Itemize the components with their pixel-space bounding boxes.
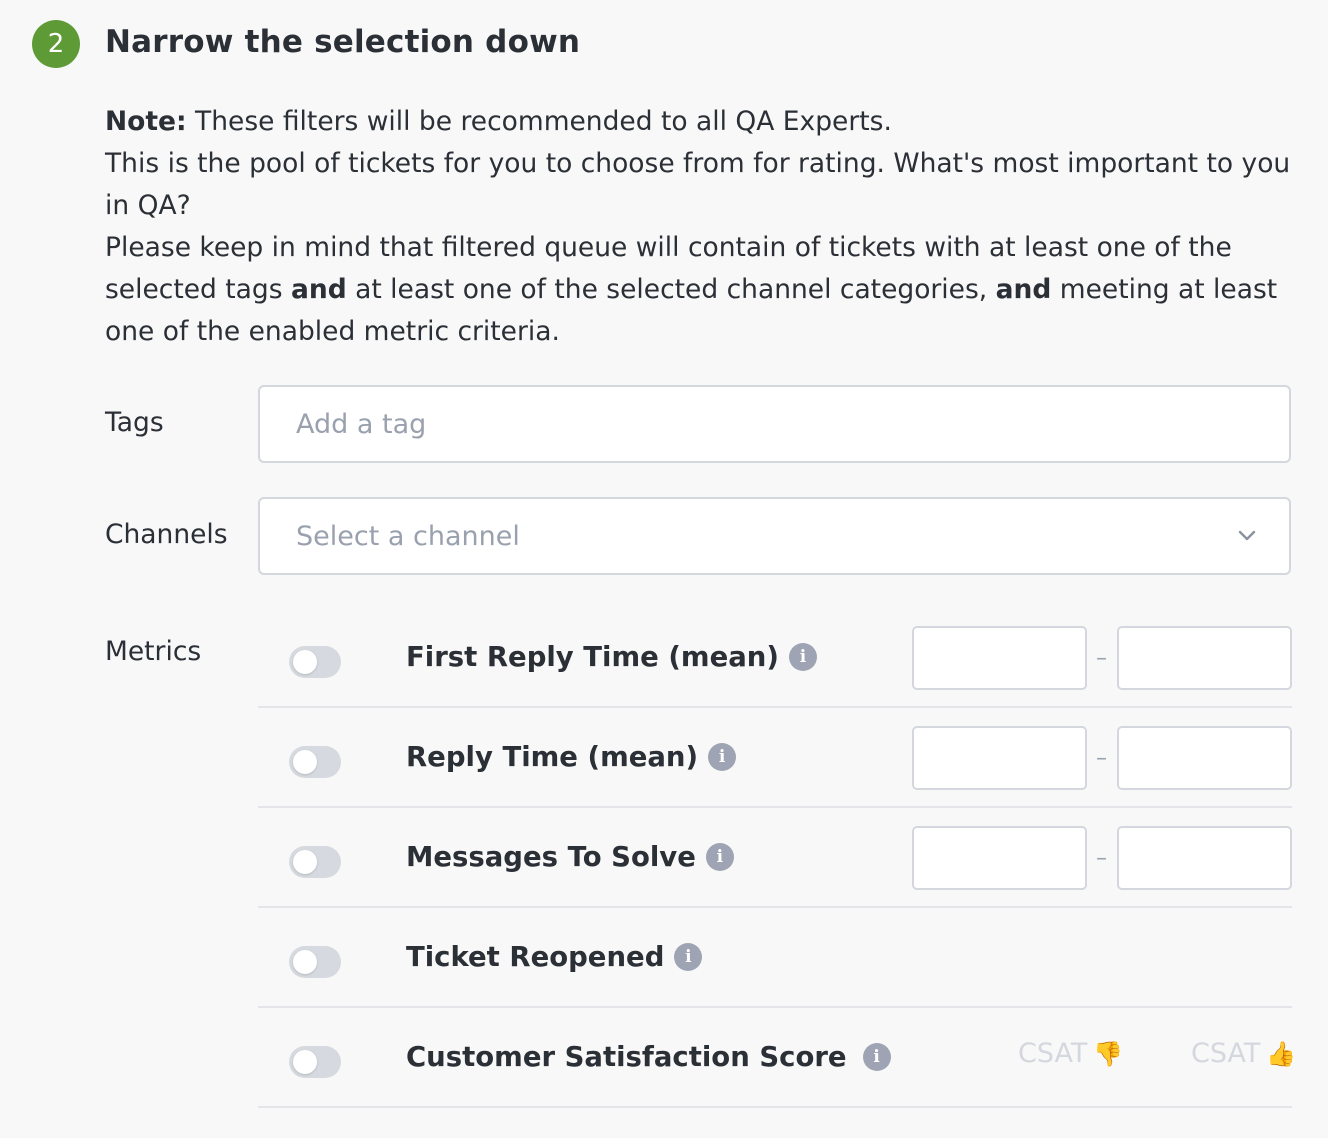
metric-name: Reply Time (mean) i [406, 741, 737, 773]
info-icon[interactable]: i [705, 843, 734, 871]
toggle-knob [293, 850, 317, 874]
metric-label: First Reply Time (mean) [406, 641, 779, 673]
ticket-reopened-toggle[interactable] [289, 946, 341, 978]
metric-label: Customer Satisfaction Score [406, 1041, 847, 1073]
first-reply-time-min-input[interactable] [912, 626, 1087, 690]
tags-placeholder: Add a tag [296, 408, 427, 440]
metric-label: Messages To Solve [406, 841, 696, 873]
messages-to-solve-toggle[interactable] [289, 846, 341, 878]
metric-row-reply-time: Reply Time (mean) i – [258, 708, 1292, 808]
metric-name: First Reply Time (mean) i [406, 641, 817, 673]
reply-time-max-input[interactable] [1117, 726, 1292, 790]
csat-toggle[interactable] [289, 1046, 341, 1078]
info-icon[interactable]: i [862, 1043, 891, 1071]
chevron-down-icon [1238, 530, 1256, 541]
info-icon[interactable]: i [708, 743, 737, 771]
info-icon[interactable]: i [674, 943, 703, 971]
toggle-knob [293, 650, 317, 674]
note-text: These filters will be recommended to all… [186, 106, 892, 137]
queue-and-1: and [290, 274, 347, 305]
metric-label: Ticket Reopened [406, 941, 665, 973]
csat-positive-label: CSAT [1191, 1038, 1261, 1069]
reply-time-min-input[interactable] [912, 726, 1087, 790]
note-line: Note: These filters will be recommended … [105, 101, 1300, 143]
channels-placeholder: Select a channel [296, 520, 520, 552]
csat-negative-label: CSAT [1018, 1038, 1088, 1069]
messages-to-solve-max-input[interactable] [1117, 826, 1292, 890]
filter-description: Note: These filters will be recommended … [105, 101, 1300, 353]
first-reply-time-toggle[interactable] [289, 646, 341, 678]
toggle-knob [293, 1050, 317, 1074]
metric-row-ticket-reopened: Ticket Reopened i [258, 908, 1292, 1008]
metric-label: Reply Time (mean) [406, 741, 699, 773]
metric-row-csat: Customer Satisfaction Score i CSAT 👎 CSA… [258, 1008, 1296, 1108]
queue-text-2: at least one of the selected channel cat… [346, 274, 996, 305]
step-title: Narrow the selection down [105, 24, 581, 60]
toggle-knob [293, 950, 317, 974]
reply-time-toggle[interactable] [289, 746, 341, 778]
csat-negative-option[interactable]: CSAT 👎 [1018, 1038, 1123, 1069]
metric-name: Customer Satisfaction Score i [406, 1041, 891, 1073]
range-separator: – [1096, 646, 1107, 671]
channels-label: Channels [105, 519, 228, 550]
toggle-knob [293, 750, 317, 774]
tags-label: Tags [105, 407, 164, 438]
csat-positive-option[interactable]: CSAT 👍 [1191, 1038, 1296, 1069]
metrics-label: Metrics [105, 636, 202, 667]
messages-to-solve-min-input[interactable] [912, 826, 1087, 890]
metric-name: Ticket Reopened i [406, 941, 703, 973]
range-separator: – [1096, 846, 1107, 871]
queue-and-2: and [995, 274, 1052, 305]
tags-input[interactable]: Add a tag [258, 385, 1291, 463]
metric-name: Messages To Solve i [406, 841, 734, 873]
channels-select[interactable]: Select a channel [258, 497, 1291, 575]
step-number-badge: 2 [32, 20, 80, 68]
first-reply-time-max-input[interactable] [1117, 626, 1292, 690]
info-icon[interactable]: i [788, 643, 817, 671]
note-label: Note: [105, 106, 187, 137]
thumbs-up-icon: 👍 [1266, 1039, 1297, 1068]
queue-description: Please keep in mind that filtered queue … [105, 227, 1300, 353]
metric-row-first-reply-time: First Reply Time (mean) i – [258, 608, 1292, 708]
metric-row-messages-to-solve: Messages To Solve i – [258, 808, 1292, 908]
pool-description: This is the pool of tickets for you to c… [105, 148, 1291, 221]
range-separator: – [1096, 746, 1107, 771]
thumbs-down-icon: 👎 [1093, 1039, 1124, 1068]
